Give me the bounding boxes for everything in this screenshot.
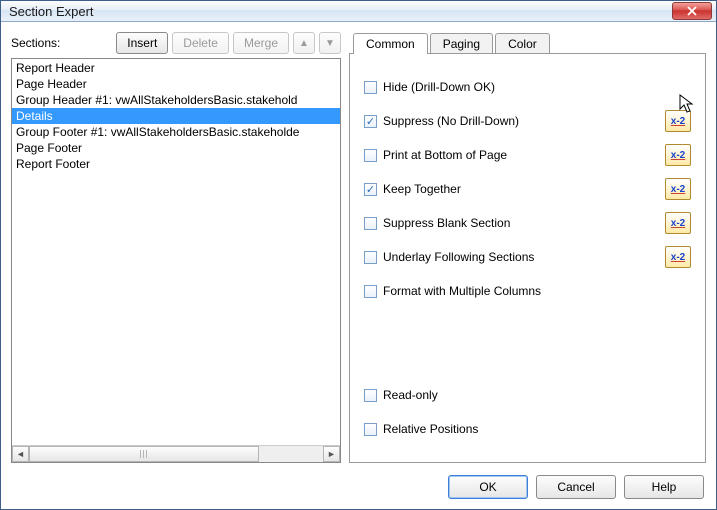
- tab-panel-common: Hide (Drill-Down OK) ✓ Suppress (No Drill-…: [349, 53, 706, 463]
- option-blank: Suppress Blank Section x-2: [364, 206, 691, 240]
- window: Section Expert Sections: Insert Delete M…: [0, 0, 717, 510]
- content-area: Sections: Insert Delete Merge ▲ ▼ Report…: [1, 22, 716, 467]
- scroll-track[interactable]: [29, 446, 323, 462]
- horizontal-scrollbar[interactable]: ◄ ►: [12, 445, 340, 462]
- formula-button-blank[interactable]: x-2: [665, 212, 691, 234]
- option-readonly: Read-only: [364, 378, 691, 412]
- option-bottom: Print at Bottom of Page x-2: [364, 138, 691, 172]
- option-label-underlay: Underlay Following Sections: [383, 250, 665, 264]
- tab-common[interactable]: Common: [353, 33, 428, 54]
- section-item-report-header[interactable]: Report Header: [12, 60, 340, 76]
- window-title: Section Expert: [9, 4, 672, 19]
- merge-button: Merge: [233, 32, 289, 54]
- formula-icon: x-2: [671, 184, 685, 195]
- titlebar: Section Expert: [1, 1, 716, 22]
- option-label-hide: Hide (Drill-Down OK): [383, 80, 691, 94]
- option-label-suppress: Suppress (No Drill-Down): [383, 114, 665, 128]
- option-suppress: ✓ Suppress (No Drill-Down) x-2: [364, 104, 691, 138]
- close-icon: [687, 6, 697, 16]
- formula-icon: x-2: [671, 252, 685, 263]
- option-label-readonly: Read-only: [383, 388, 691, 402]
- option-multicol: Format with Multiple Columns: [364, 274, 691, 308]
- formula-button-suppress[interactable]: x-2: [665, 110, 691, 132]
- option-label-bottom: Print at Bottom of Page: [383, 148, 665, 162]
- checkbox-underlay[interactable]: [364, 251, 377, 264]
- option-keep: ✓ Keep Together x-2: [364, 172, 691, 206]
- insert-button[interactable]: Insert: [116, 32, 168, 54]
- checkbox-bottom[interactable]: [364, 149, 377, 162]
- checkbox-hide[interactable]: [364, 81, 377, 94]
- sections-label: Sections:: [11, 36, 112, 50]
- properties-pane: CommonPagingColor Hide (Drill-Down OK) ✓ S…: [349, 32, 706, 463]
- formula-icon: x-2: [671, 218, 685, 229]
- option-label-blank: Suppress Blank Section: [383, 216, 665, 230]
- move-up-button: ▲: [293, 32, 315, 54]
- tab-strip: CommonPagingColor: [349, 32, 706, 53]
- sections-listbox[interactable]: Report HeaderPage HeaderGroup Header #1:…: [11, 58, 341, 463]
- scroll-thumb[interactable]: [29, 446, 259, 462]
- delete-button: Delete: [172, 32, 229, 54]
- section-item-page-header[interactable]: Page Header: [12, 76, 340, 92]
- ok-button[interactable]: OK: [448, 475, 528, 499]
- help-button[interactable]: Help: [624, 475, 704, 499]
- checkbox-suppress[interactable]: ✓: [364, 115, 377, 128]
- section-item-details[interactable]: Details: [12, 108, 340, 124]
- cancel-button[interactable]: Cancel: [536, 475, 616, 499]
- scroll-right-button[interactable]: ►: [323, 446, 340, 462]
- option-label-multicol: Format with Multiple Columns: [383, 284, 691, 298]
- close-button[interactable]: [672, 2, 712, 20]
- formula-icon: x-2: [671, 116, 685, 127]
- section-item-page-footer[interactable]: Page Footer: [12, 140, 340, 156]
- section-item-report-footer[interactable]: Report Footer: [12, 156, 340, 172]
- checkbox-multicol[interactable]: [364, 285, 377, 298]
- up-arrow-icon: ▲: [299, 38, 309, 49]
- checkbox-blank[interactable]: [364, 217, 377, 230]
- checkbox-readonly[interactable]: [364, 389, 377, 402]
- dialog-footer: OK Cancel Help: [1, 467, 716, 509]
- option-label-keep: Keep Together: [383, 182, 665, 196]
- section-item-group-header-1-vwallstakeholdersbasic-stakehold[interactable]: Group Header #1: vwAllStakeholdersBasic.…: [12, 92, 340, 108]
- scroll-left-button[interactable]: ◄: [12, 446, 29, 462]
- option-underlay: Underlay Following Sections x-2: [364, 240, 691, 274]
- move-down-button: ▼: [319, 32, 341, 54]
- checkbox-relpos[interactable]: [364, 423, 377, 436]
- tab-paging[interactable]: Paging: [430, 33, 493, 54]
- section-item-group-footer-1-vwallstakeholdersbasic-stakeholde[interactable]: Group Footer #1: vwAllStakeholdersBasic.…: [12, 124, 340, 140]
- sections-toolbar: Sections: Insert Delete Merge ▲ ▼: [11, 32, 341, 54]
- down-arrow-icon: ▼: [325, 38, 335, 49]
- formula-icon: x-2: [671, 150, 685, 161]
- option-hide: Hide (Drill-Down OK): [364, 70, 691, 104]
- checkbox-keep[interactable]: ✓: [364, 183, 377, 196]
- formula-button-underlay[interactable]: x-2: [665, 246, 691, 268]
- formula-button-keep[interactable]: x-2: [665, 178, 691, 200]
- option-relpos: Relative Positions: [364, 412, 691, 446]
- option-label-relpos: Relative Positions: [383, 422, 691, 436]
- tab-color[interactable]: Color: [495, 33, 550, 54]
- formula-button-bottom[interactable]: x-2: [665, 144, 691, 166]
- sections-pane: Sections: Insert Delete Merge ▲ ▼ Report…: [11, 32, 341, 463]
